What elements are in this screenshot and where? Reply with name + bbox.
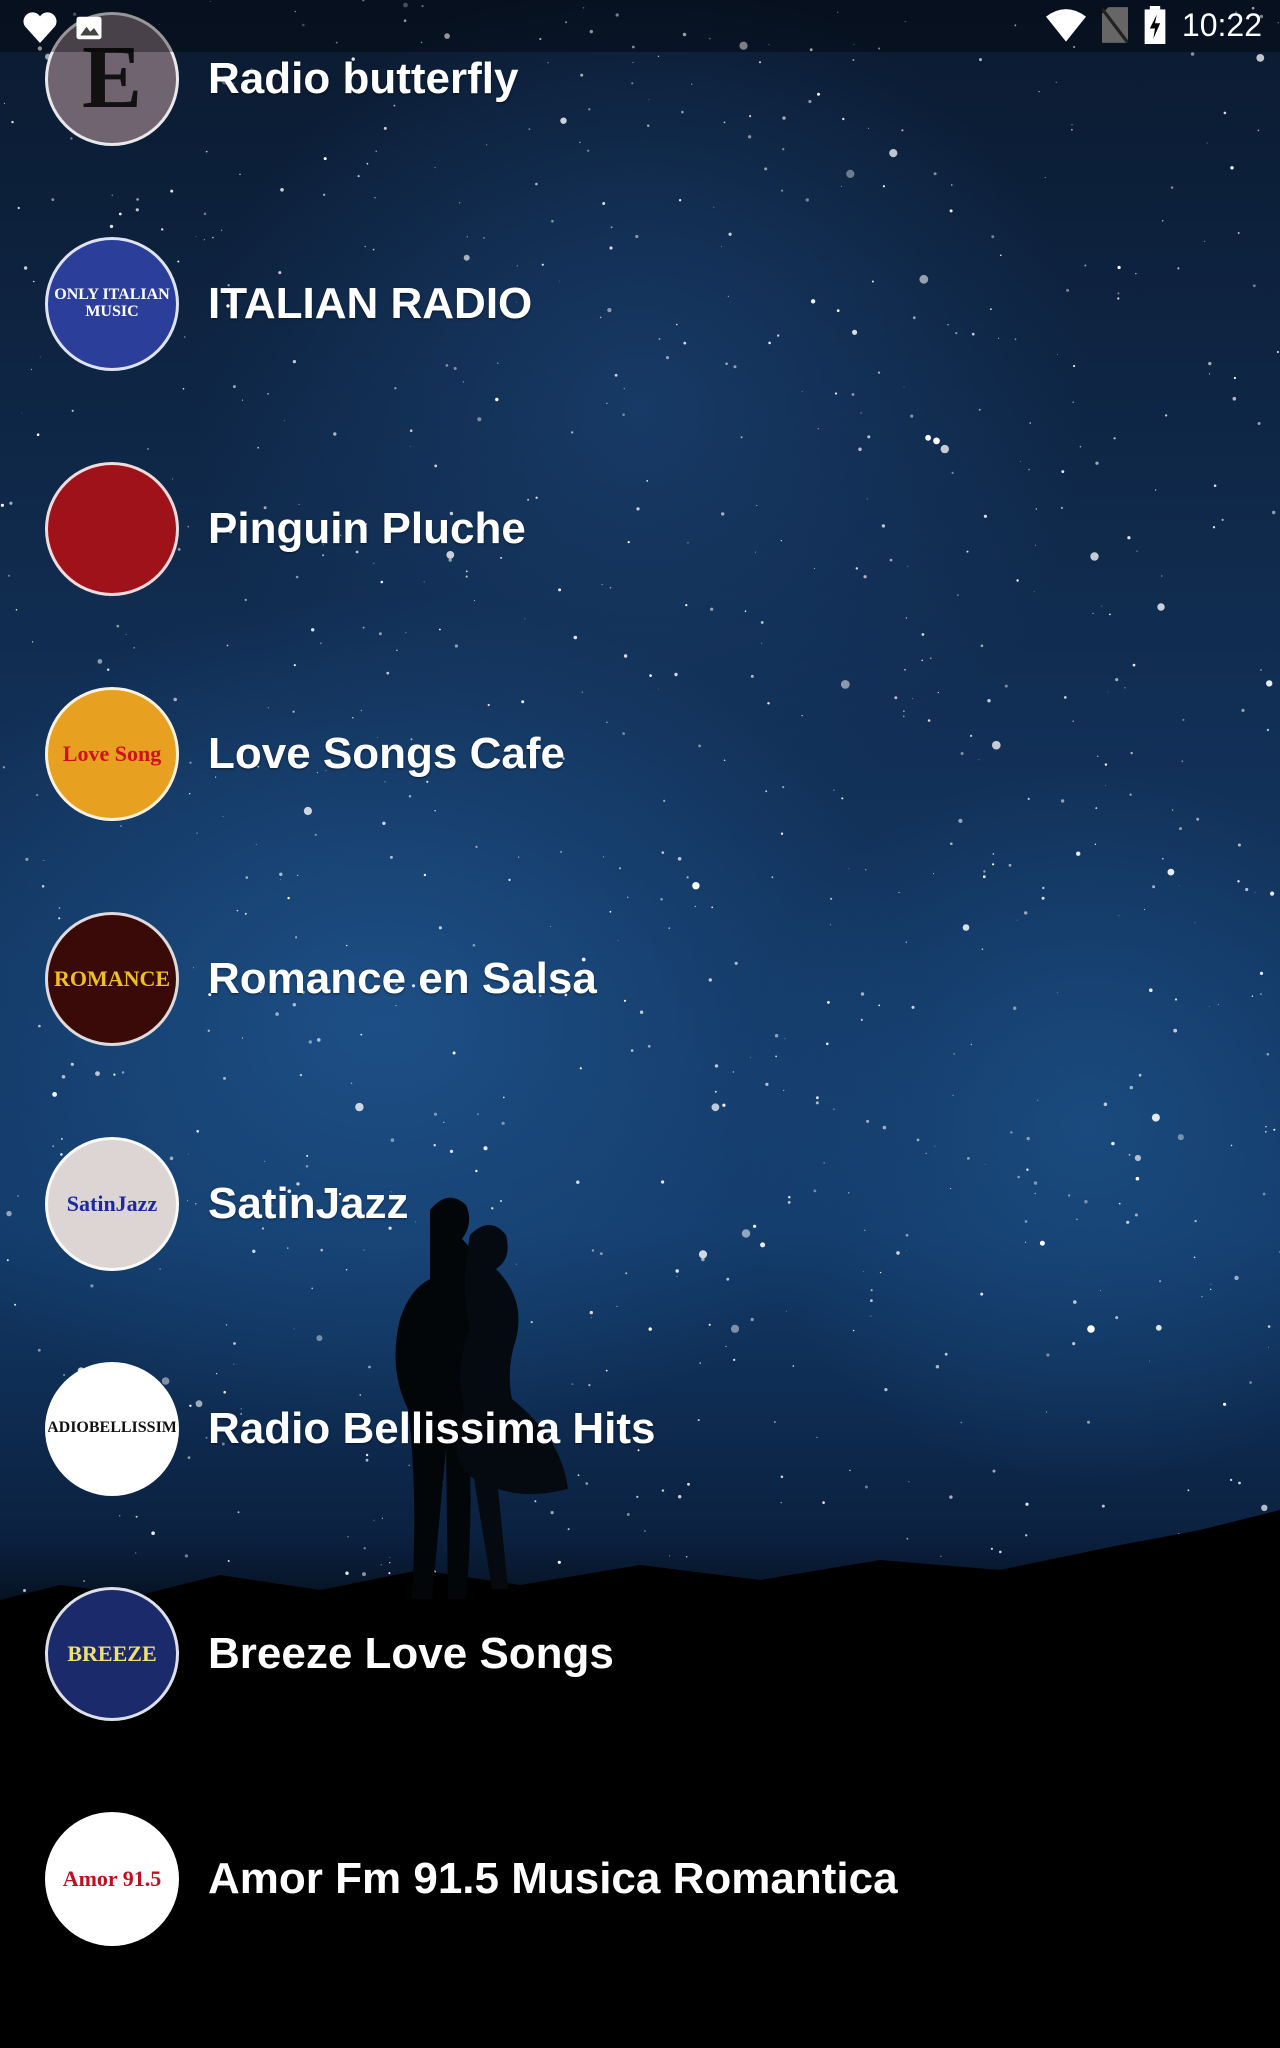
wifi-icon	[1045, 9, 1086, 42]
station-name: Amor Fm 91.5 Musica Romantica	[208, 1853, 898, 1903]
station-logo: ROMANCE	[45, 911, 179, 1046]
station-item[interactable]: RADIOBELLISSIMA Radio Bellissima Hits	[0, 1316, 1280, 1541]
station-logo	[45, 461, 179, 596]
station-logo: Amor 91.5	[45, 1811, 179, 1946]
station-item[interactable]: BREEZE Breeze Love Songs	[0, 1541, 1280, 1766]
station-item[interactable]: Amor 91.5 Amor Fm 91.5 Musica Romantica	[0, 1766, 1280, 1991]
station-logo: BREEZE	[45, 1586, 179, 1721]
station-item[interactable]: SatinJazz SatinJazz	[0, 1091, 1280, 1316]
station-logo: SatinJazz	[45, 1136, 179, 1271]
station-logo: RADIOBELLISSIMA	[45, 1361, 179, 1496]
station-name: Love Songs Cafe	[208, 728, 565, 778]
station-name: Romance en Salsa	[208, 953, 597, 1003]
heart-icon	[23, 12, 57, 43]
station-item[interactable]: ROMANCE Romance en Salsa	[0, 866, 1280, 1091]
station-name: Radio butterfly	[208, 53, 519, 103]
no-sim-icon	[1101, 7, 1128, 43]
station-item[interactable]: ONLY ITALIAN MUSIC ITALIAN RADIO	[0, 191, 1280, 416]
station-name: Pinguin Pluche	[208, 503, 526, 553]
battery-charging-icon	[1144, 6, 1166, 44]
clock: 10:22	[1181, 6, 1262, 43]
station-logo: ONLY ITALIAN MUSIC	[45, 236, 179, 371]
station-name: ITALIAN RADIO	[208, 278, 533, 328]
station-name: Radio Bellissima Hits	[208, 1403, 656, 1453]
station-logo: Love Song	[45, 686, 179, 821]
image-icon	[76, 16, 102, 40]
station-item[interactable]: Pinguin Pluche	[0, 416, 1280, 641]
station-item[interactable]: Love Song Love Songs Cafe	[0, 641, 1280, 866]
station-name: Breeze Love Songs	[208, 1628, 614, 1678]
status-bar: 10:22	[0, 0, 1280, 52]
station-name: SatinJazz	[208, 1178, 409, 1228]
